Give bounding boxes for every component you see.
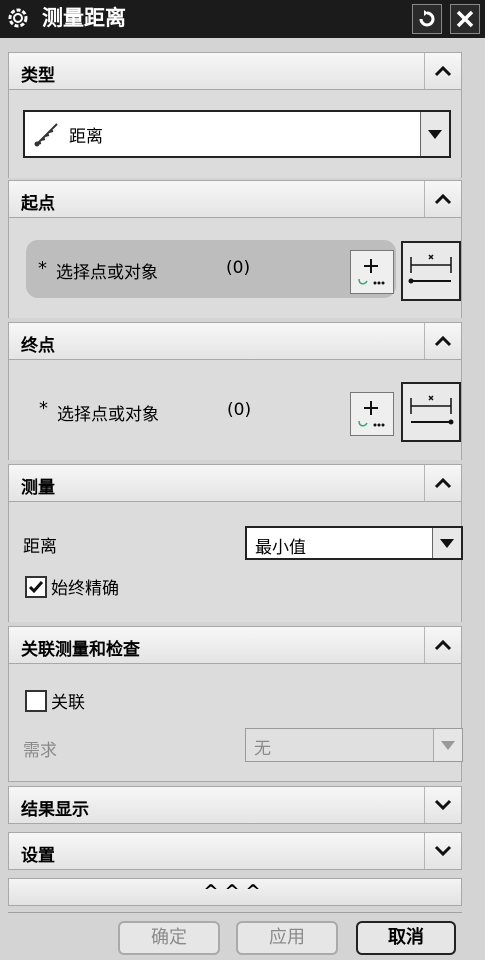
chevron-up-icon[interactable] xyxy=(424,627,461,663)
start-selection-bar[interactable]: * 选择点或对象 (0) xyxy=(26,240,396,298)
section-title-measure: 测量 xyxy=(21,478,55,498)
distance-icon xyxy=(34,123,58,147)
start-prompt: 选择点或对象 xyxy=(56,263,158,283)
require-select-value: 无 xyxy=(254,739,271,759)
chevron-up-icon[interactable] xyxy=(424,465,461,501)
distance-label: 距离 xyxy=(23,537,57,557)
section-body-assoc: 关联 需求 无 xyxy=(8,664,463,782)
section-title-assoc: 关联测量和检查 xyxy=(21,640,140,660)
chevron-down-icon[interactable] xyxy=(432,528,461,558)
dialog-title: 测量距离 xyxy=(42,6,126,30)
more-options-button[interactable]: ^^^ xyxy=(8,878,462,906)
require-select: 无 xyxy=(245,728,463,762)
close-button[interactable] xyxy=(450,4,480,34)
ok-button[interactable]: 确定 xyxy=(118,921,220,955)
chevron-up-icon[interactable] xyxy=(424,181,461,217)
reset-icon xyxy=(419,10,435,27)
chevron-up-icon[interactable] xyxy=(424,323,461,359)
section-body-measure: 距离 最小值 始终精确 xyxy=(8,502,463,622)
vector-measure-icon xyxy=(410,395,454,425)
section-title-results: 结果显示 xyxy=(21,800,89,820)
associate-checkbox[interactable] xyxy=(25,690,47,712)
type-select-value: 距离 xyxy=(69,127,103,147)
point-constructor-icon xyxy=(358,259,385,285)
chevron-down-icon[interactable] xyxy=(424,833,461,869)
cancel-button[interactable]: 取消 xyxy=(356,921,456,955)
title-bar: 测量距离 xyxy=(0,0,485,38)
reset-button[interactable] xyxy=(412,4,442,34)
section-title-settings: 设置 xyxy=(21,846,55,866)
divider xyxy=(8,912,462,913)
end-prompt: 选择点或对象 xyxy=(57,405,159,425)
chevron-down-icon[interactable] xyxy=(424,787,461,823)
type-select[interactable]: 距离 xyxy=(23,110,451,158)
section-title-type: 类型 xyxy=(21,66,55,86)
start-count: (0) xyxy=(226,258,251,278)
always-exact-checkbox[interactable] xyxy=(25,576,47,598)
apply-button[interactable]: 应用 xyxy=(236,921,338,955)
section-body-type: 距离 xyxy=(8,90,462,178)
section-header-start[interactable]: 起点 xyxy=(8,180,462,218)
section-header-end[interactable]: 终点 xyxy=(8,322,462,360)
chevron-up-icon[interactable] xyxy=(424,53,461,89)
chevron-down-icon xyxy=(433,729,462,761)
section-header-settings[interactable]: 设置 xyxy=(8,832,462,870)
gear-icon[interactable] xyxy=(6,6,30,30)
chevron-down-icon[interactable] xyxy=(420,112,449,156)
section-header-type[interactable]: 类型 xyxy=(8,52,462,90)
checkmark-icon xyxy=(28,581,44,594)
section-title-start: 起点 xyxy=(21,194,55,214)
point-dialog-button[interactable] xyxy=(350,392,394,436)
point-dialog-button[interactable] xyxy=(350,250,394,294)
section-header-assoc[interactable]: 关联测量和检查 xyxy=(8,626,462,664)
required-star-icon: * xyxy=(39,398,48,419)
section-header-results[interactable]: 结果显示 xyxy=(8,786,462,824)
point-constructor-icon xyxy=(358,401,385,427)
close-icon xyxy=(456,10,474,28)
section-header-measure[interactable]: 测量 xyxy=(8,464,462,502)
distance-select[interactable]: 最小值 xyxy=(245,526,463,560)
vector-select-button[interactable] xyxy=(401,382,461,442)
vector-measure-icon xyxy=(408,254,452,284)
end-count: (0) xyxy=(227,400,252,420)
always-exact-label: 始终精确 xyxy=(51,579,119,599)
required-star-icon: * xyxy=(38,258,47,279)
section-title-end: 终点 xyxy=(21,336,55,356)
associate-label: 关联 xyxy=(51,693,85,713)
require-label: 需求 xyxy=(23,741,57,761)
vector-select-button[interactable] xyxy=(401,241,461,301)
distance-select-value: 最小值 xyxy=(255,538,306,558)
